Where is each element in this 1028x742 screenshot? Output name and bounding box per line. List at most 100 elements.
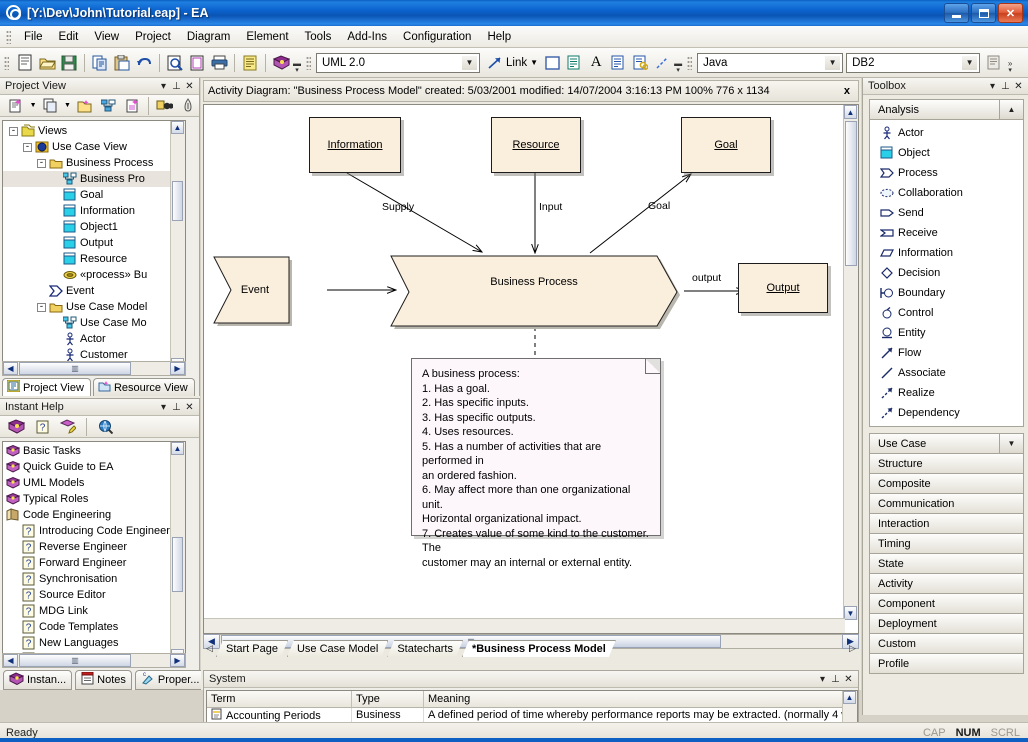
- help-item-code-engineering[interactable]: Code Engineering: [3, 507, 185, 523]
- help-item-source-editor[interactable]: ?Source Editor: [3, 587, 185, 603]
- toolbox-group-interaction[interactable]: Interaction: [869, 513, 1024, 534]
- help-item-quick-guide-to-ea[interactable]: Quick Guide to EA: [3, 459, 185, 475]
- tree-item-business-process[interactable]: -Business Process: [3, 155, 185, 171]
- toolbox-item-realize[interactable]: Realize: [870, 383, 1023, 403]
- help-topic-icon[interactable]: ?: [31, 416, 53, 438]
- menu-tools[interactable]: Tools: [297, 28, 340, 46]
- toolbox-item-decision[interactable]: Decision: [870, 263, 1023, 283]
- toolbox-item-receive[interactable]: Receive: [870, 223, 1023, 243]
- menu-file[interactable]: File: [16, 28, 51, 46]
- menu-help[interactable]: Help: [479, 28, 519, 46]
- tab-nav-right[interactable]: ▷: [846, 640, 859, 657]
- help-edit-icon[interactable]: [57, 416, 79, 438]
- toolbar-overflow-1[interactable]: ▬▾: [292, 52, 302, 74]
- open-folder-icon[interactable]: [36, 52, 58, 74]
- diagram-canvas-container[interactable]: Information Resource Goal Event: [203, 104, 859, 634]
- canvas-vscroll-thumb[interactable]: [845, 121, 857, 266]
- diagram-tab-statecharts[interactable]: Statecharts: [387, 640, 463, 657]
- help-item-forward-engineer[interactable]: ?Forward Engineer: [3, 555, 185, 571]
- diagram-tab-start-page[interactable]: Start Page: [216, 640, 288, 657]
- diagram-canvas[interactable]: Information Resource Goal Event: [204, 105, 845, 620]
- tree-item-object1[interactable]: Object1: [3, 219, 185, 235]
- copy-icon[interactable]: [89, 52, 111, 74]
- menu-element[interactable]: Element: [238, 28, 296, 46]
- goal-node[interactable]: Goal: [681, 117, 771, 173]
- tree-expander[interactable]: -: [37, 303, 46, 312]
- help-item-mdg-link[interactable]: ?MDG Link: [3, 603, 185, 619]
- instant-help-vscrollbar[interactable]: ▲ ▼: [170, 442, 185, 662]
- tree-item-goal[interactable]: Goal: [3, 187, 185, 203]
- paste-icon[interactable]: [111, 52, 133, 74]
- diagram-tab-use-case-model[interactable]: Use Case Model: [287, 640, 388, 657]
- save-icon[interactable]: [58, 52, 80, 74]
- canvas-hscrollbar[interactable]: [204, 618, 845, 633]
- toolbar-grip-2[interactable]: [306, 56, 311, 70]
- scroll-right-arrow[interactable]: ▶: [170, 362, 185, 375]
- toolbox-item-send[interactable]: Send: [870, 203, 1023, 223]
- new-package-dropdown-icon[interactable]: ▼: [29, 95, 38, 117]
- scroll-right-arrow[interactable]: ▶: [170, 654, 185, 667]
- language-combo[interactable]: Java ▼: [697, 53, 843, 73]
- linked-document-icon[interactable]: [629, 52, 651, 74]
- text-icon[interactable]: A: [585, 52, 607, 74]
- canvas-vscrollbar[interactable]: ▲ ▼: [843, 105, 858, 620]
- business-process-node[interactable]: Business Process: [389, 254, 685, 330]
- model-structure-icon[interactable]: [98, 95, 120, 117]
- menu-edit[interactable]: Edit: [51, 28, 87, 46]
- new-diagram-icon[interactable]: [39, 95, 61, 117]
- chevron-up-icon[interactable]: ▲: [999, 100, 1023, 119]
- generate-doc-icon[interactable]: [983, 52, 1005, 74]
- chevron-down-icon[interactable]: ▼: [999, 434, 1023, 453]
- uml-version-combo[interactable]: UML 2.0 ▼: [316, 53, 480, 73]
- toolbox-group-deployment[interactable]: Deployment: [869, 613, 1024, 634]
- new-package-icon[interactable]: [5, 95, 27, 117]
- pin-icon[interactable]: ⊥: [829, 674, 842, 685]
- toolbar-grip-1[interactable]: [4, 56, 9, 70]
- resource-node[interactable]: Resource: [491, 117, 581, 173]
- tab-nav-left[interactable]: ◁: [203, 640, 216, 657]
- restore-button[interactable]: [971, 3, 996, 23]
- project-tree[interactable]: -Views-Use Case View-Business ProcessBus…: [2, 120, 186, 372]
- tree-expander[interactable]: -: [37, 159, 46, 168]
- link-dropdown-icon[interactable]: ▼: [527, 52, 541, 74]
- help-item-uml-models[interactable]: UML Models: [3, 475, 185, 491]
- link-label[interactable]: Link: [506, 57, 527, 69]
- toolbox-group-use-case[interactable]: Use Case▼: [869, 433, 1024, 454]
- help-search-icon[interactable]: [94, 416, 116, 438]
- chevron-down-icon[interactable]: ▼: [462, 56, 477, 70]
- column-term[interactable]: Term: [207, 691, 352, 707]
- page-setup-icon[interactable]: [186, 52, 208, 74]
- tab-properties[interactable]: c Proper...: [135, 670, 206, 690]
- tree-item-information[interactable]: Information: [3, 203, 185, 219]
- chevron-down-icon[interactable]: ▾: [157, 81, 170, 92]
- scroll-left-arrow[interactable]: ◀: [3, 654, 18, 667]
- close-icon[interactable]: ✕: [842, 674, 855, 685]
- pin-icon[interactable]: ⊥: [999, 81, 1012, 92]
- toolbox-item-information[interactable]: Information: [870, 243, 1023, 263]
- glossary-row[interactable]: Accounting PeriodsBusinessA defined peri…: [207, 708, 857, 723]
- instant-help-hscrollbar[interactable]: ◀ ▥ ▶: [2, 653, 186, 668]
- toolbox-group-component[interactable]: Component: [869, 593, 1024, 614]
- rectangle-icon[interactable]: [541, 52, 563, 74]
- tree-item-resource[interactable]: Resource: [3, 251, 185, 267]
- close-button[interactable]: ✕: [998, 3, 1023, 23]
- help-item-synchronisation[interactable]: ?Synchronisation: [3, 571, 185, 587]
- toolbox-item-flow[interactable]: Flow: [870, 343, 1023, 363]
- close-icon[interactable]: ✕: [183, 402, 196, 413]
- tree-item-use-case-model[interactable]: -Use Case Model: [3, 299, 185, 315]
- dashed-line-icon[interactable]: [651, 52, 673, 74]
- menu-diagram[interactable]: Diagram: [179, 28, 238, 46]
- tab-instant-help[interactable]: Instan...: [3, 670, 72, 690]
- chevron-down-icon[interactable]: ▼: [825, 56, 840, 70]
- hscroll-thumb[interactable]: ▥: [19, 362, 131, 375]
- toolbox-item-actor[interactable]: Actor: [870, 123, 1023, 143]
- link-arrow-icon[interactable]: [484, 52, 506, 74]
- chevron-down-icon[interactable]: ▼: [962, 56, 977, 70]
- toolbox-item-collaboration[interactable]: Collaboration: [870, 183, 1023, 203]
- tree-item-output[interactable]: Output: [3, 235, 185, 251]
- toolbox-item-entity[interactable]: Entity: [870, 323, 1023, 343]
- help-item-code-templates[interactable]: ?Code Templates: [3, 619, 185, 635]
- document-icon[interactable]: [607, 52, 629, 74]
- database-combo[interactable]: DB2 ▼: [846, 53, 980, 73]
- diagram-tab-business-process-model[interactable]: *Business Process Model: [462, 640, 616, 657]
